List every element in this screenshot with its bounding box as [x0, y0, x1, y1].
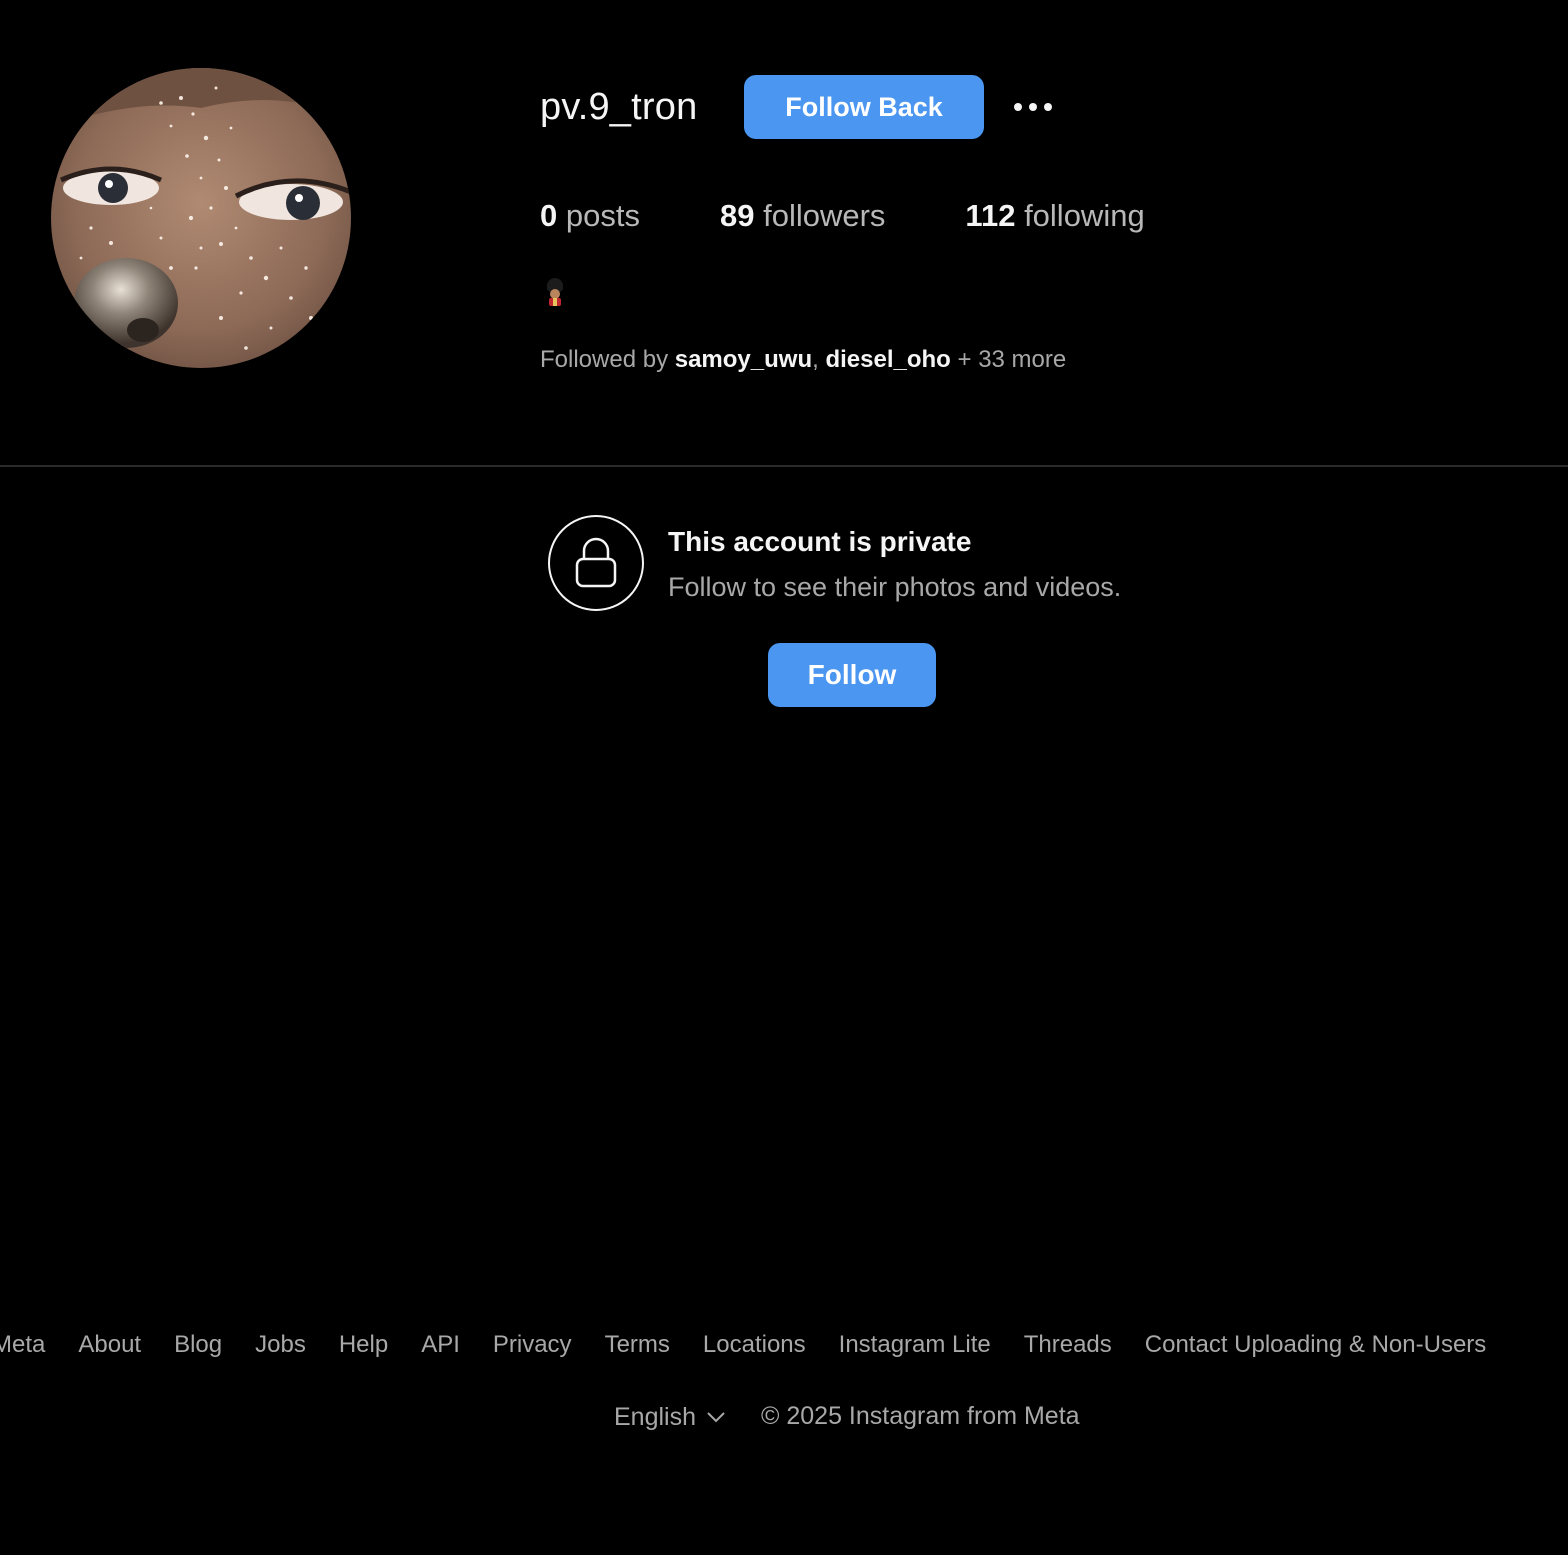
- more-dot: [1044, 103, 1052, 111]
- lock-icon: [548, 515, 644, 611]
- stat-number: 89: [719, 198, 755, 233]
- mutual-user-link[interactable]: diesel_oho: [825, 346, 950, 373]
- footer-link-threads[interactable]: Threads: [1024, 1328, 1112, 1362]
- footer-link-blog[interactable]: Blog: [174, 1328, 222, 1362]
- footer-link-api[interactable]: API: [421, 1328, 460, 1362]
- language-label: English: [614, 1403, 696, 1431]
- copyright-text: © 2025 Instagram from Meta: [761, 1402, 1080, 1430]
- profile-page: pv.9_tron Follow Back 0 posts 89 followe…: [0, 0, 1568, 1555]
- stat-label: posts: [565, 198, 640, 233]
- footer-link-contact-uploading[interactable]: Contact Uploading & Non-Users: [1145, 1328, 1487, 1362]
- followed-by-text[interactable]: Followed by samoy_uwu, diesel_oho + 33 m…: [540, 345, 1066, 375]
- footer-link-meta[interactable]: Meta: [0, 1328, 45, 1362]
- follow-button[interactable]: Follow: [768, 643, 936, 707]
- profile-avatar[interactable]: [51, 68, 351, 368]
- mutual-user-link[interactable]: samoy_uwu: [675, 346, 812, 373]
- stat-label: following: [1024, 198, 1145, 233]
- footer-link-locations[interactable]: Locations: [703, 1328, 806, 1362]
- stat-label: followers: [763, 198, 886, 233]
- stat-number: 112: [965, 198, 1016, 233]
- private-account-subtitle: Follow to see their photos and videos.: [668, 572, 1122, 602]
- more-horizontal-icon[interactable]: [1006, 90, 1060, 124]
- profile-username: pv.9_tron: [540, 86, 698, 128]
- chevron-down-icon: [707, 1412, 725, 1423]
- followed-by-prefix: Followed by: [540, 346, 675, 373]
- guard-emoji-icon: [541, 278, 569, 308]
- more-dot: [1014, 103, 1022, 111]
- profile-stats: 0 posts 89 followers 112 following: [540, 196, 1145, 236]
- posts-count: 0 posts: [540, 196, 640, 236]
- footer-link-terms[interactable]: Terms: [605, 1328, 670, 1362]
- stat-number: 0: [540, 198, 558, 233]
- private-account-title: This account is private: [668, 526, 972, 557]
- following-link[interactable]: 112 following: [965, 196, 1144, 236]
- followers-link[interactable]: 89 followers: [720, 196, 885, 236]
- followed-by-separator: ,: [812, 346, 826, 373]
- more-dot: [1029, 103, 1037, 111]
- footer-link-privacy[interactable]: Privacy: [493, 1328, 572, 1362]
- avatar-image: [51, 68, 351, 368]
- followed-by-suffix: + 33 more: [950, 346, 1067, 373]
- section-divider: [0, 465, 1568, 467]
- footer-links: Meta About Blog Jobs Help API Privacy Te…: [0, 1328, 1486, 1362]
- footer-link-help[interactable]: Help: [339, 1328, 388, 1362]
- footer-link-instagram-lite[interactable]: Instagram Lite: [839, 1328, 991, 1362]
- follow-back-button[interactable]: Follow Back: [744, 75, 984, 139]
- language-selector[interactable]: English: [614, 1400, 726, 1434]
- footer-link-jobs[interactable]: Jobs: [255, 1328, 306, 1362]
- footer-link-about[interactable]: About: [78, 1328, 141, 1362]
